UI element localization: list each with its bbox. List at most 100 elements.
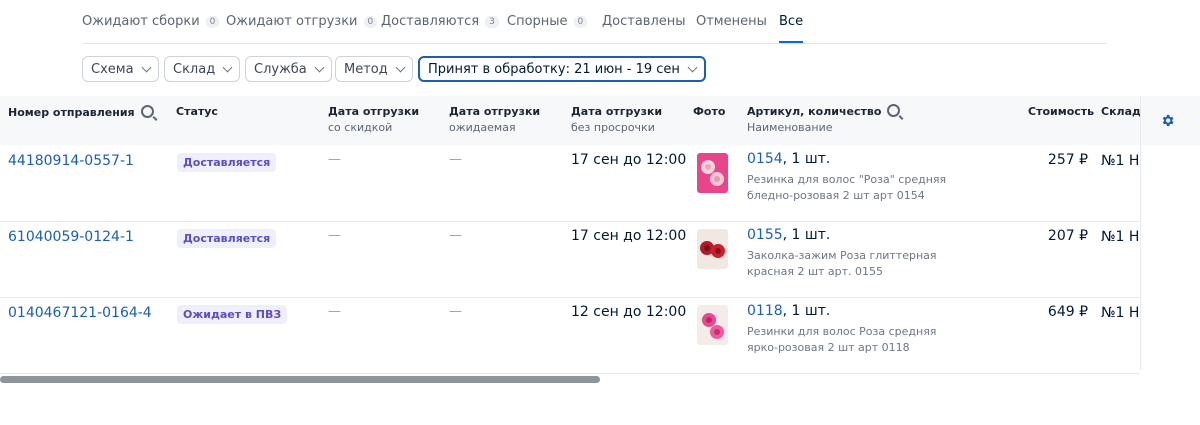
ship-discount-value: — <box>328 228 341 243</box>
order-number-link[interactable]: 44180914-0557-1 <box>8 153 134 169</box>
settings-column <box>1140 96 1200 370</box>
status-badge: Доставляется <box>177 153 277 172</box>
tab-count-badge: 0 <box>573 16 588 28</box>
product-thumbnail[interactable] <box>697 153 728 193</box>
column-ship-no-delay: Дата отгрузки без просрочки <box>571 104 662 136</box>
filter-method[interactable]: Метод <box>335 56 413 82</box>
tab-all[interactable]: Все <box>779 14 804 43</box>
column-title: Артикул, количество <box>747 105 882 118</box>
column-ship-discount: Дата отгрузки со скидкой <box>328 104 419 136</box>
column-article: Артикул, количество Наименование <box>747 104 901 136</box>
tab-awaiting-shipment[interactable]: Ожидают отгрузки 0 <box>226 14 378 43</box>
article-quantity: 0154, 1 шт. <box>747 151 830 167</box>
warehouse-value: №1 Но <box>1101 153 1140 169</box>
tab-label: Отменены <box>696 14 767 29</box>
filter-service[interactable]: Служба <box>245 56 332 82</box>
column-subtitle: ожидаемая <box>449 121 516 134</box>
column-photo: Фото <box>693 104 725 120</box>
table-row[interactable]: 0140467121-0164-4 Ожидает в ПВЗ — — 12 с… <box>0 297 1140 374</box>
ship-date-value: 12 сен до 12:00 <box>571 304 687 320</box>
column-title: Дата отгрузки <box>328 105 420 118</box>
column-title: Статус <box>176 105 218 118</box>
ship-discount-value: — <box>328 152 341 167</box>
quantity: , 1 шт. <box>782 227 831 243</box>
quantity: , 1 шт. <box>782 151 831 167</box>
tab-cancelled[interactable]: Отменены <box>696 14 767 43</box>
table-header: Номер отправления Статус Дата отгрузки с… <box>0 96 1200 145</box>
order-number-link[interactable]: 61040059-0124-1 <box>8 229 134 245</box>
tab-awaiting-assembly[interactable]: Ожидают сборки 0 <box>82 14 220 43</box>
status-badge: Доставляется <box>177 229 277 248</box>
tab-label: Ожидают отгрузки <box>226 14 358 29</box>
article-code-link[interactable]: 0154 <box>747 151 783 167</box>
chevron-down-icon <box>395 62 406 72</box>
article-code-link[interactable]: 0155 <box>747 227 783 243</box>
price-value: 649 ₽ <box>1047 304 1088 320</box>
warehouse-value: №1 Но <box>1101 229 1140 245</box>
tab-count-badge: 0 <box>363 16 378 28</box>
column-title: Стоимость <box>1028 105 1095 118</box>
filter-label: Склад <box>173 61 216 77</box>
column-subtitle: Наименование <box>747 121 833 134</box>
quantity: , 1 шт. <box>782 303 831 319</box>
tab-delivered[interactable]: Доставлены <box>602 14 686 43</box>
article-code-link[interactable]: 0118 <box>747 303 783 319</box>
search-icon[interactable] <box>887 104 901 117</box>
column-warehouse: Склад <box>1101 104 1141 120</box>
column-order[interactable]: Номер отправления <box>8 105 154 121</box>
column-title: Номер отправления <box>8 106 135 119</box>
article-quantity: 0118, 1 шт. <box>747 303 830 319</box>
tab-delivering[interactable]: Доставляются 3 <box>381 14 499 43</box>
price-value: 207 ₽ <box>1047 228 1088 244</box>
column-ship-expected: Дата отгрузки ожидаемая <box>449 104 540 136</box>
product-name: Резинка для волос "Роза" средняя бледно-… <box>747 173 947 202</box>
gear-icon[interactable] <box>1160 113 1175 128</box>
ship-expected-value: — <box>449 228 462 243</box>
filter-warehouse[interactable]: Склад <box>164 56 241 82</box>
ship-expected-value: — <box>449 152 462 167</box>
tab-count-badge: 3 <box>485 16 499 28</box>
filter-date-range[interactable]: Принят в обработку: 21 июн - 19 сен <box>418 56 706 82</box>
product-thumbnail[interactable] <box>697 305 728 345</box>
tab-label: Все <box>779 14 804 29</box>
table-row[interactable]: 44180914-0557-1 Доставляется — — 17 сен … <box>0 145 1140 222</box>
column-subtitle: со скидкой <box>328 121 393 134</box>
chevron-down-icon <box>314 62 325 72</box>
column-subtitle: без просрочки <box>571 121 655 134</box>
column-title: Склад <box>1101 105 1141 118</box>
tab-label: Доставлены <box>602 14 686 29</box>
column-price: Стоимость <box>1028 104 1094 120</box>
status-tabs: Ожидают сборки 0 Ожидают отгрузки 0 Дост… <box>82 0 1107 44</box>
tab-label: Ожидают сборки <box>82 14 200 29</box>
table-row[interactable]: 61040059-0124-1 Доставляется — — 17 сен … <box>0 221 1140 298</box>
status-badge: Ожидает в ПВЗ <box>177 305 288 324</box>
search-icon[interactable] <box>140 105 154 118</box>
chevron-down-icon <box>687 62 698 72</box>
tab-disputed[interactable]: Спорные 0 <box>507 14 588 43</box>
column-title: Дата отгрузки <box>571 105 663 118</box>
column-title: Дата отгрузки <box>449 105 541 118</box>
ship-expected-value: — <box>449 304 462 319</box>
tab-label: Доставляются <box>381 14 480 29</box>
chevron-down-icon <box>141 62 151 72</box>
ship-date-value: 17 сен до 12:00 <box>571 152 687 168</box>
product-name: Резинки для волос Роза средняя ярко-розо… <box>747 325 937 354</box>
article-quantity: 0155, 1 шт. <box>747 227 830 243</box>
order-number-link[interactable]: 0140467121-0164-4 <box>8 305 152 321</box>
chevron-down-icon <box>222 62 233 72</box>
column-status: Статус <box>176 104 218 120</box>
column-title: Фото <box>693 105 726 118</box>
filter-scheme[interactable]: Схема <box>82 56 159 82</box>
horizontal-scrollbar[interactable] <box>0 376 600 383</box>
price-value: 257 ₽ <box>1047 152 1088 168</box>
filter-label: Схема <box>91 61 134 77</box>
warehouse-value: №1 Но <box>1101 305 1140 321</box>
ship-discount-value: — <box>328 304 341 319</box>
tab-count-badge: 0 <box>205 16 220 28</box>
product-thumbnail[interactable] <box>697 229 728 269</box>
ship-date-value: 17 сен до 12:00 <box>571 228 687 244</box>
product-name: Заколка-зажим Роза глиттерная красная 2 … <box>747 249 937 278</box>
filter-label: Служба <box>254 61 307 77</box>
filter-label: Принят в обработку: 21 июн - 19 сен <box>428 61 680 77</box>
filter-label: Метод <box>344 61 388 77</box>
